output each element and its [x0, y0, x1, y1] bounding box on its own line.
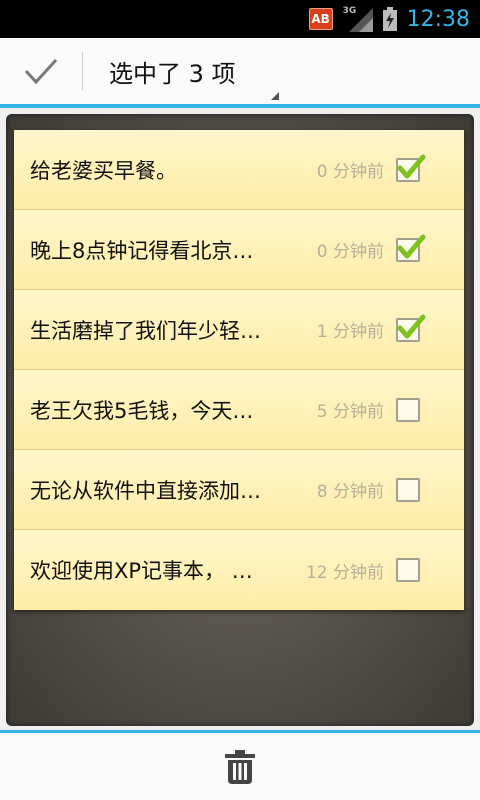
status-clock: 12:38 — [406, 6, 470, 32]
note-text: 欢迎使用XP记事本， … — [30, 559, 253, 583]
note-checkbox[interactable] — [396, 314, 426, 342]
dropdown-indicator-icon — [271, 92, 279, 100]
note-row[interactable]: 生活磨掉了我们年少轻… 1 分钟前 — [14, 290, 464, 370]
note-checkbox[interactable] — [396, 477, 420, 502]
check-icon — [24, 58, 58, 85]
signal-icon: 3G — [343, 6, 373, 32]
done-button[interactable] — [0, 36, 82, 106]
note-time: 8 分钟前 — [316, 482, 384, 502]
note-board: 给老婆买早餐。 0 分钟前 晚上8点钟记得看北京… 0 分钟前 生活磨掉了我们年少轻… 1… — [6, 114, 474, 726]
delete-button[interactable] — [210, 737, 270, 797]
bottom-action-bar — [0, 730, 480, 800]
note-checkbox[interactable] — [396, 234, 426, 262]
note-time: 12 分钟前 — [305, 562, 384, 583]
note-text: 老王欠我5毛钱，今天… — [30, 398, 254, 423]
battery-icon — [382, 7, 397, 31]
note-row[interactable]: 无论从软件中直接添加… 8 分钟前 — [14, 450, 464, 530]
main-content: 给老婆买早餐。 0 分钟前 晚上8点钟记得看北京… 0 分钟前 生活磨掉了我们年少轻… 1… — [0, 108, 480, 730]
note-text: 无论从软件中直接添加… — [30, 478, 261, 503]
checkmark-icon — [397, 234, 426, 258]
note-checkbox[interactable] — [396, 154, 426, 182]
status-bar: AB 3G 12:38 — [0, 0, 480, 38]
note-time: 1 分钟前 — [316, 322, 384, 342]
selection-title: 选中了 3 项 — [109, 59, 236, 88]
note-row[interactable]: 晚上8点钟记得看北京… 0 分钟前 — [14, 210, 464, 290]
note-time: 0 分钟前 — [316, 162, 384, 182]
checkmark-icon — [397, 314, 426, 338]
selection-count-dropdown[interactable]: 选中了 3 项 — [83, 36, 283, 106]
checkmark-icon — [397, 154, 426, 178]
note-row[interactable]: 欢迎使用XP记事本， … 12 分钟前 — [14, 530, 464, 610]
note-time: 0 分钟前 — [316, 242, 384, 262]
note-row[interactable]: 老王欠我5毛钱，今天… 5 分钟前 — [14, 370, 464, 450]
note-checkbox[interactable] — [396, 558, 420, 582]
contextual-action-bar: 选中了 3 项 — [0, 38, 480, 108]
app-notification-icon: AB — [308, 8, 333, 30]
note-checkbox[interactable] — [396, 397, 420, 422]
note-list: 给老婆买早餐。 0 分钟前 晚上8点钟记得看北京… 0 分钟前 生活磨掉了我们年少轻… 1… — [14, 130, 464, 610]
note-row[interactable]: 给老婆买早餐。 0 分钟前 — [14, 130, 464, 210]
note-text: 晚上8点钟记得看北京… — [30, 238, 254, 263]
note-text: 生活磨掉了我们年少轻… — [30, 318, 261, 343]
note-text: 给老婆买早餐。 — [30, 158, 177, 183]
trash-icon — [225, 749, 255, 784]
note-time: 5 分钟前 — [316, 402, 384, 422]
